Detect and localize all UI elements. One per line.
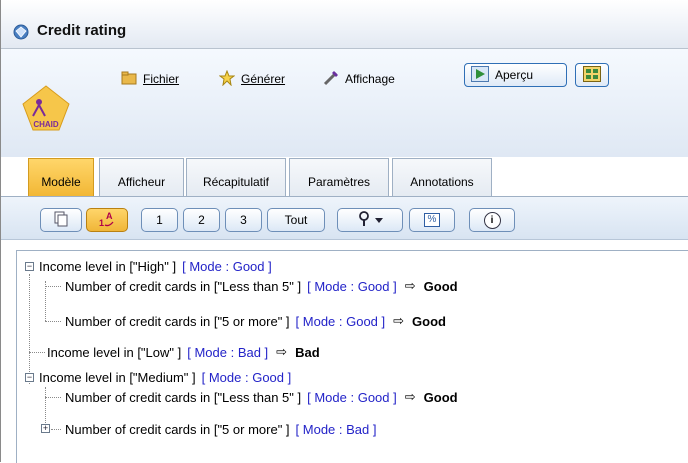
node-condition: Number of credit cards in ["Less than 5"… bbox=[65, 278, 302, 294]
chevron-down-icon bbox=[374, 213, 383, 227]
level-2-label: 2 bbox=[198, 213, 205, 227]
node-condition: Income level in ["Low" ] bbox=[47, 344, 182, 360]
window-title: Credit rating bbox=[37, 22, 127, 39]
node-mode: [ Mode : Good ] bbox=[201, 369, 292, 385]
preview-icon bbox=[471, 65, 489, 85]
level-1-button[interactable]: 1 bbox=[141, 208, 178, 232]
tree-connector bbox=[45, 286, 61, 287]
view-brush-icon bbox=[323, 70, 339, 89]
tab-modele[interactable]: Modèle bbox=[28, 158, 94, 196]
node-mode: [ Mode : Good ] bbox=[295, 313, 386, 329]
tab-afficheur-label: Afficheur bbox=[117, 175, 166, 189]
level-1-label: 1 bbox=[156, 213, 163, 227]
tab-parametres[interactable]: Paramètres bbox=[289, 158, 389, 196]
level-2-button[interactable]: 2 bbox=[183, 208, 220, 232]
tree-connector bbox=[45, 281, 46, 321]
model-gem-icon bbox=[13, 24, 29, 40]
node-mode: [ Mode : Good ] bbox=[307, 278, 397, 294]
tree-node-high-less-than-5[interactable]: Number of credit cards in ["Less than 5"… bbox=[65, 275, 458, 297]
node-prediction: Bad bbox=[295, 344, 320, 360]
tree-node-income-high[interactable]: Income level in ["High" ] [ Mode : Good … bbox=[39, 255, 272, 277]
node-condition: Income level in ["Medium" ] bbox=[39, 369, 196, 385]
sort-branches-button[interactable]: 1A bbox=[86, 208, 128, 232]
menu-generer[interactable]: Générer bbox=[218, 68, 286, 90]
level-3-button[interactable]: 3 bbox=[225, 208, 262, 232]
tree-connector bbox=[45, 321, 61, 322]
copy-button[interactable] bbox=[40, 208, 82, 232]
node-condition: Income level in ["High" ] bbox=[39, 258, 177, 274]
marker-dropdown-button[interactable] bbox=[337, 208, 403, 232]
node-mode: [ Mode : Bad ] bbox=[187, 344, 269, 360]
level-all-button[interactable]: Tout bbox=[267, 208, 325, 232]
menu-fichier-label: Fichier bbox=[143, 72, 180, 86]
tree-connector bbox=[29, 274, 30, 384]
node-prediction: Good bbox=[412, 313, 446, 329]
node-mode: [ Mode : Good ] bbox=[307, 389, 397, 405]
tree-node-medium-less-than-5[interactable]: Number of credit cards in ["Less than 5"… bbox=[65, 386, 458, 408]
node-mode: [ Mode : Bad ] bbox=[295, 421, 377, 437]
svg-text:1: 1 bbox=[99, 218, 104, 228]
node-condition: Number of credit cards in ["5 or more" ] bbox=[65, 421, 290, 437]
add-to-stream-button[interactable] bbox=[575, 63, 609, 87]
expand-icon[interactable]: + bbox=[41, 424, 50, 433]
generate-star-icon bbox=[218, 69, 236, 89]
menu-generer-label: Générer bbox=[241, 72, 286, 86]
tab-afficheur[interactable]: Afficheur bbox=[99, 158, 184, 196]
tree-node-high-5-or-more[interactable]: Number of credit cards in ["5 or more" ]… bbox=[65, 310, 446, 332]
node-condition: Number of credit cards in ["5 or more" ] bbox=[65, 313, 290, 329]
tree-connector bbox=[29, 352, 45, 353]
decision-tree-view[interactable]: − Income level in ["High" ] [ Mode : Goo… bbox=[16, 250, 688, 463]
table-icon bbox=[583, 65, 601, 85]
tree-node-income-medium[interactable]: Income level in ["Medium" ] [ Mode : Goo… bbox=[39, 366, 291, 388]
tree-node-medium-5-or-more[interactable]: Number of credit cards in ["5 or more" ]… bbox=[65, 418, 376, 440]
node-prediction: Good bbox=[423, 389, 458, 405]
level-3-label: 3 bbox=[240, 213, 247, 227]
copy-icon bbox=[53, 211, 69, 230]
tree-connector bbox=[45, 397, 61, 398]
tab-recapitulatif-label: Récapitulatif bbox=[202, 175, 270, 189]
node-mode: [ Mode : Good ] bbox=[182, 258, 272, 274]
menu-affichage-label: Affichage bbox=[345, 72, 395, 86]
title-bar[interactable]: Credit rating bbox=[1, 0, 688, 49]
tab-modele-label: Modèle bbox=[41, 175, 81, 189]
folder-icon bbox=[121, 71, 137, 88]
tab-annotations-label: Annotations bbox=[410, 175, 474, 189]
svg-text:A: A bbox=[106, 211, 113, 221]
pin-icon bbox=[358, 210, 372, 230]
tab-parametres-label: Paramètres bbox=[307, 175, 371, 189]
chaid-node-icon: CHAID bbox=[21, 84, 71, 132]
chaid-label: CHAID bbox=[33, 120, 59, 129]
apercu-button[interactable]: Aperçu bbox=[464, 63, 567, 87]
prediction-arrow-icon: ⇨ bbox=[404, 389, 416, 404]
node-prediction: Good bbox=[423, 278, 458, 294]
node-condition: Number of credit cards in ["Less than 5"… bbox=[65, 389, 302, 405]
collapse-icon[interactable]: − bbox=[25, 373, 34, 382]
model-window: Credit rating CHAID Fichier Générer Affi… bbox=[0, 0, 688, 463]
sort-icon: 1A bbox=[97, 210, 117, 231]
percent-icon: % bbox=[423, 213, 441, 227]
tab-annotations[interactable]: Annotations bbox=[392, 158, 492, 196]
percent-toggle-button[interactable]: % bbox=[409, 208, 455, 232]
info-button[interactable]: i bbox=[469, 208, 515, 232]
menu-fichier[interactable]: Fichier bbox=[121, 68, 179, 90]
prediction-arrow-icon: ⇨ bbox=[404, 278, 416, 293]
prediction-arrow-icon: ⇨ bbox=[276, 344, 288, 359]
level-all-label: Tout bbox=[284, 213, 308, 227]
prediction-arrow-icon: ⇨ bbox=[393, 313, 405, 328]
tree-connector bbox=[51, 429, 61, 430]
apercu-label: Aperçu bbox=[495, 68, 534, 82]
menu-affichage[interactable]: Affichage bbox=[323, 68, 395, 90]
collapse-icon[interactable]: − bbox=[25, 262, 34, 271]
tab-recapitulatif[interactable]: Récapitulatif bbox=[186, 158, 286, 196]
info-icon: i bbox=[483, 211, 501, 229]
tree-node-income-low[interactable]: Income level in ["Low" ] [ Mode : Bad ] … bbox=[47, 341, 320, 363]
